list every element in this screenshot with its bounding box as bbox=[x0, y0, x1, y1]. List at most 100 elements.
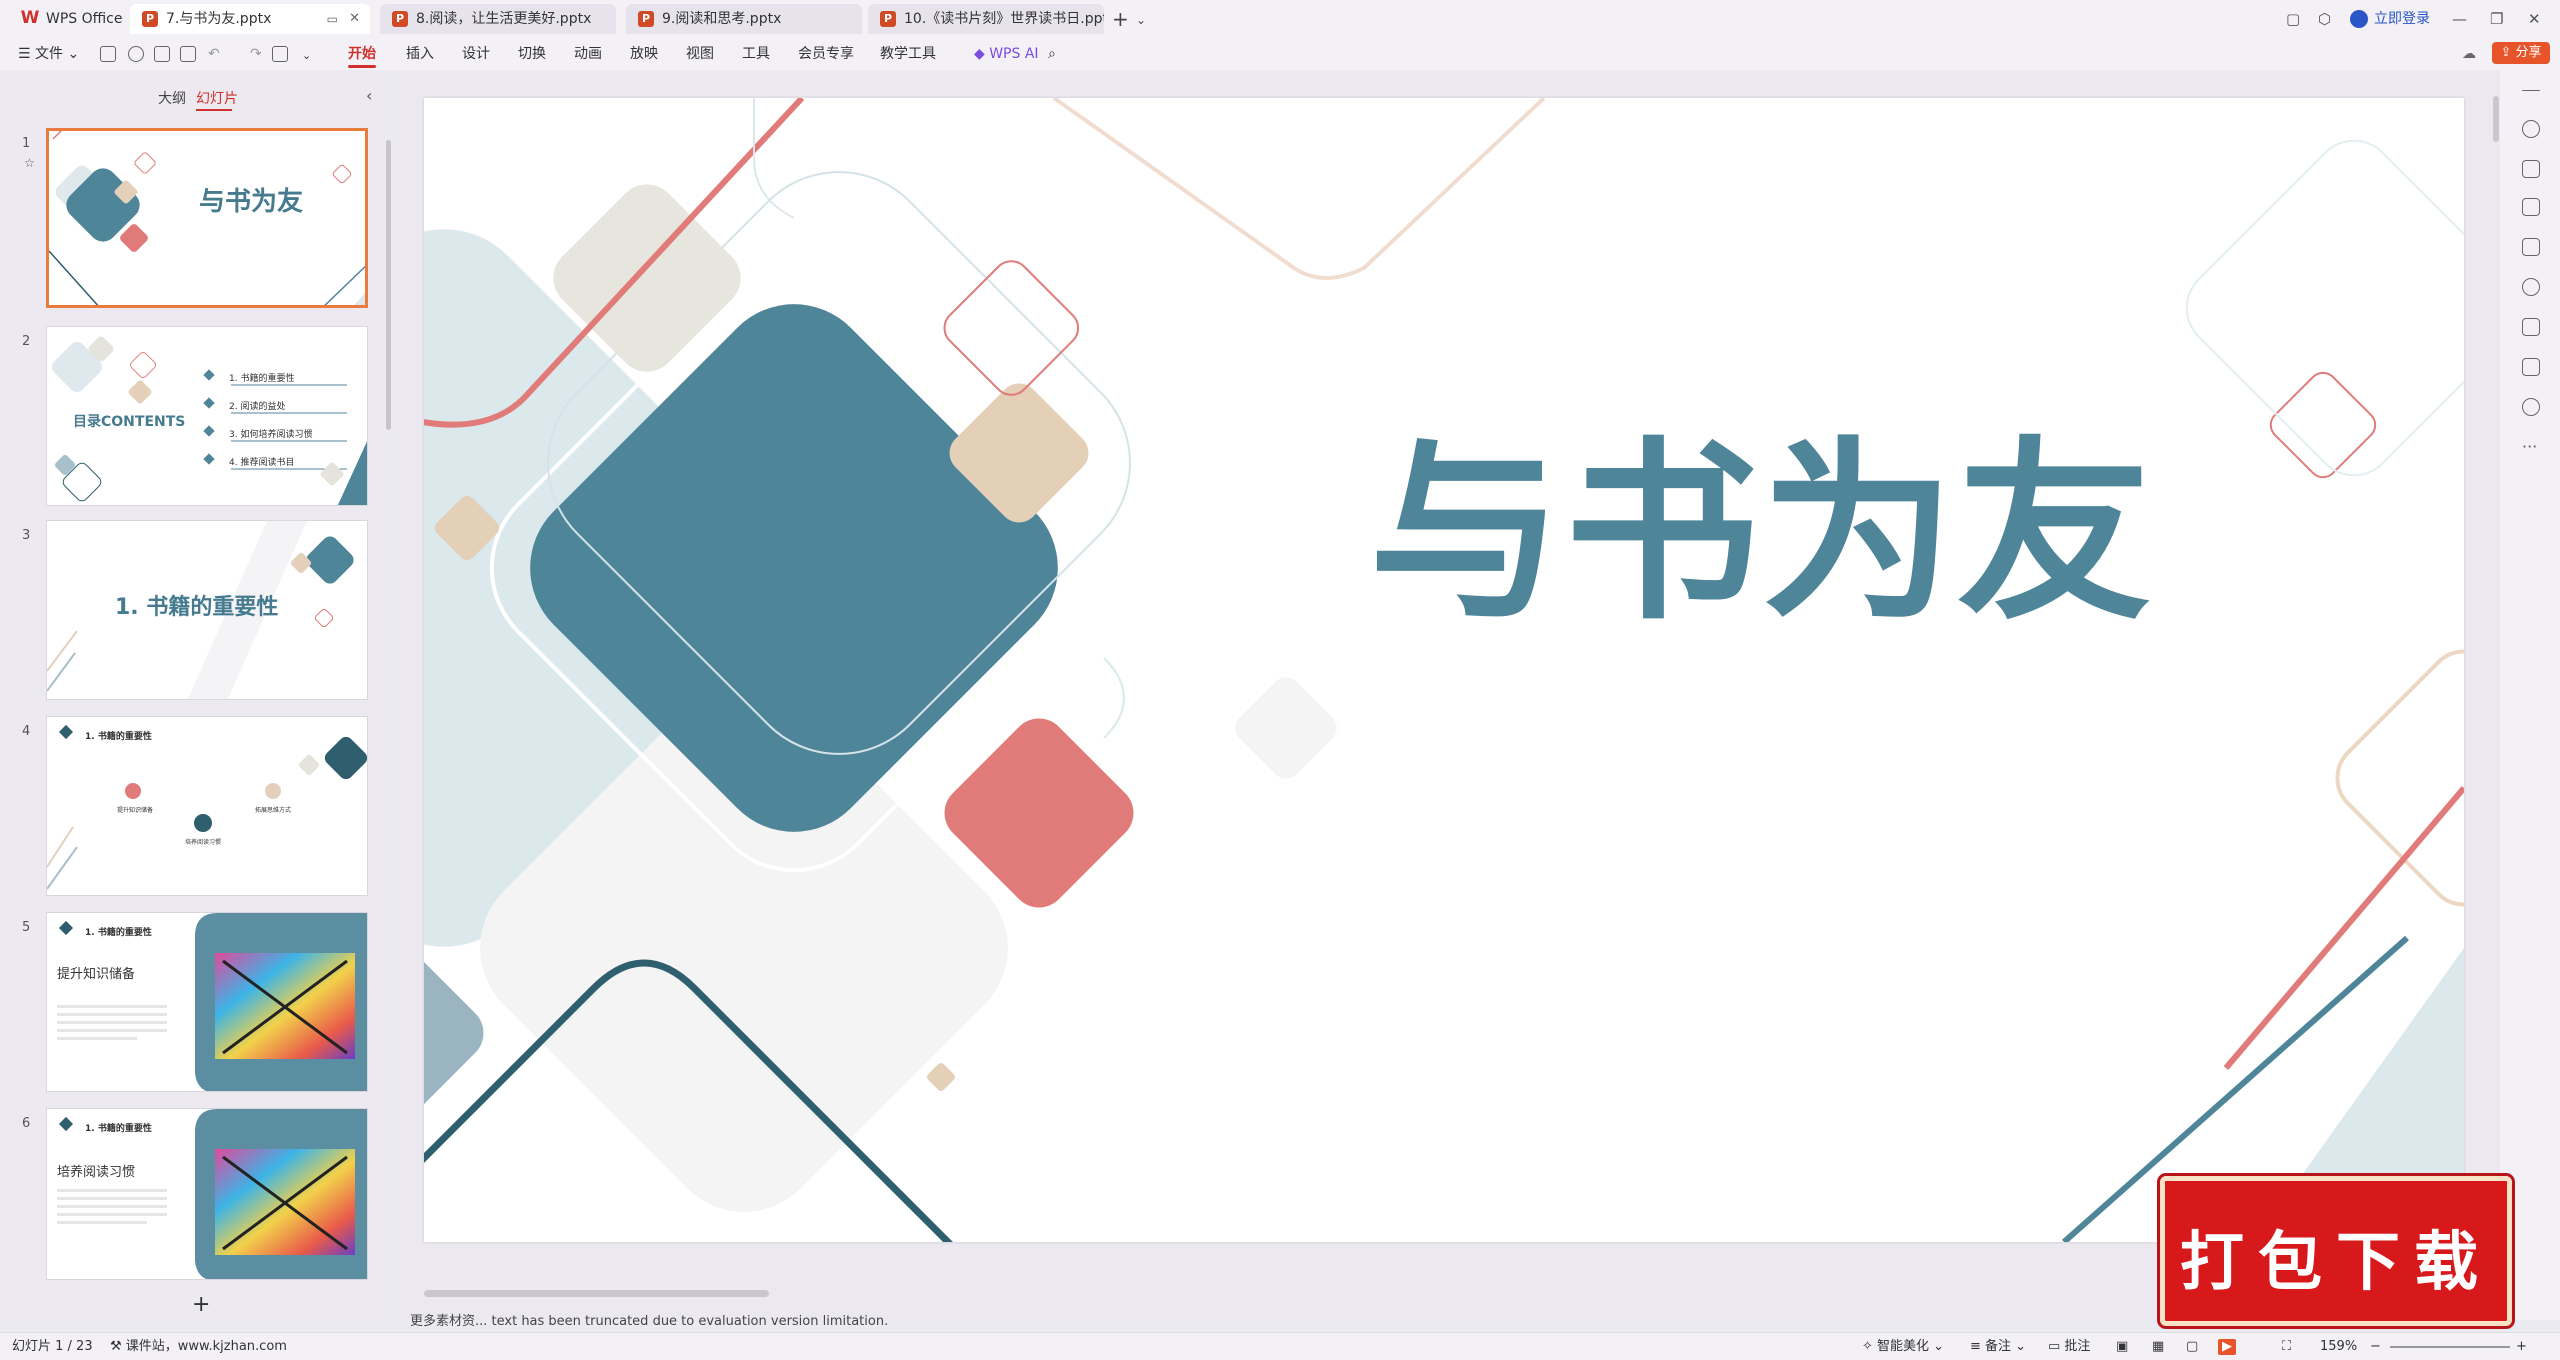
ribbon-tab-start[interactable]: 开始 bbox=[348, 44, 376, 64]
status-bar: 幻灯片 1 / 23 ⚒ 课件站，www.kjzhan.com ✧ 智能美化 ⌄… bbox=[0, 1332, 2560, 1360]
thumb-decoration bbox=[49, 131, 365, 305]
document-tab[interactable]: P 8.阅读，让生活更美好.pptx bbox=[380, 4, 616, 34]
zoom-in-icon[interactable]: + bbox=[2516, 1339, 2527, 1355]
redo-icon[interactable]: ↷ bbox=[250, 44, 262, 64]
chevron-down-icon[interactable]: ⌄ bbox=[1136, 8, 1146, 32]
watermark-text: 打包下载 bbox=[2180, 1225, 2492, 1300]
login-button[interactable]: 立即登录 bbox=[2350, 9, 2430, 29]
layout-icon[interactable]: ▢ bbox=[2286, 9, 2300, 29]
toc-item: 2. 阅读的益处 bbox=[229, 402, 286, 412]
new-tab-icon[interactable]: + bbox=[1112, 6, 1129, 32]
more-icon[interactable]: ··· bbox=[2522, 439, 2540, 460]
outline-tab[interactable]: 大纲 bbox=[158, 88, 186, 108]
close-tab-icon[interactable]: ✕ bbox=[349, 4, 360, 34]
ribbon-tab-design[interactable]: 设计 bbox=[462, 44, 490, 64]
shirt-icon[interactable] bbox=[2522, 358, 2540, 376]
ribbon-tab-tools[interactable]: 工具 bbox=[742, 44, 770, 64]
file-menu[interactable]: ☰ 文件 ⌄ bbox=[18, 44, 79, 64]
minus-icon[interactable] bbox=[2522, 90, 2540, 92]
thumb-decoration bbox=[57, 913, 367, 1091]
minimize-icon[interactable]: — bbox=[2452, 9, 2467, 29]
undo-icon[interactable]: ↶ bbox=[208, 44, 220, 64]
ribbon-tab-member[interactable]: 会员专享 bbox=[798, 44, 854, 64]
grid-view-icon[interactable]: ▦ bbox=[2152, 1339, 2164, 1355]
help-icon[interactable] bbox=[2522, 398, 2540, 416]
slide-thumbnail[interactable]: 1. 书籍的重要性 提升知识储备 培养阅读习惯 拓展思维方式 bbox=[46, 716, 368, 896]
tab-label: 8.阅读，让生活更美好.pptx bbox=[416, 11, 592, 27]
play-button[interactable]: ▶ bbox=[2218, 1339, 2236, 1355]
new-file-icon[interactable] bbox=[100, 46, 116, 62]
restore-icon[interactable]: ❐ bbox=[2490, 9, 2503, 29]
document-tab[interactable]: P 9.阅读和思考.pptx bbox=[626, 4, 862, 34]
cloud-icon[interactable]: ☁ bbox=[2462, 44, 2476, 64]
ribbon-tab-transition[interactable]: 切换 bbox=[518, 44, 546, 64]
vertical-scrollbar[interactable] bbox=[2493, 96, 2499, 142]
reading-view-icon[interactable]: ▢ bbox=[2186, 1339, 2198, 1355]
chevron-down-icon[interactable]: ⌄ bbox=[302, 46, 311, 66]
star-icon[interactable] bbox=[2522, 160, 2540, 178]
toc-item: 1. 书籍的重要性 bbox=[229, 374, 295, 384]
smart-beautify-button[interactable]: ✧ 智能美化 ⌄ bbox=[1862, 1339, 1944, 1355]
tab-label: 9.阅读和思考.pptx bbox=[662, 11, 782, 27]
print-icon[interactable] bbox=[154, 46, 170, 62]
wps-ai-button[interactable]: ◆ WPS AI bbox=[974, 44, 1039, 64]
toc-item: 4. 推荐阅读书目 bbox=[229, 458, 295, 468]
thumb-subtitle: 培养阅读习惯 bbox=[57, 1165, 136, 1180]
zoom-out-icon[interactable]: − bbox=[2370, 1339, 2381, 1355]
zoom-level[interactable]: 159% bbox=[2320, 1339, 2357, 1355]
tab-label: 10.《读书片刻》世界读书日.pptx bbox=[904, 11, 1104, 27]
document-tab[interactable]: P 10.《读书片刻》世界读书日.pptx bbox=[868, 4, 1104, 34]
slides-tab[interactable]: 幻灯片 bbox=[196, 88, 238, 108]
active-tab-indicator bbox=[196, 109, 232, 111]
comments-button[interactable]: ▭ 批注 bbox=[2048, 1339, 2090, 1355]
thumb-title: 目录CONTENTS bbox=[73, 414, 186, 430]
thumb-header: 1. 书籍的重要性 bbox=[85, 928, 152, 938]
thumb-header: 1. 书籍的重要性 bbox=[85, 732, 152, 742]
beautify-label: 智能美化 bbox=[1877, 1339, 1930, 1354]
add-slide-button[interactable]: + bbox=[192, 1292, 210, 1317]
collapse-panel-icon[interactable]: ‹ bbox=[366, 86, 372, 105]
share-button[interactable]: ⇪ 分享 bbox=[2492, 42, 2550, 64]
notes-button[interactable]: ≡ 备注 ⌄ bbox=[1970, 1339, 2026, 1355]
tab-wps-home[interactable]: W WPS Office bbox=[8, 4, 126, 34]
monitor-icon[interactable]: ▭ bbox=[327, 4, 338, 34]
copy-icon[interactable] bbox=[2522, 198, 2540, 216]
diagram-node: 拓展思维方式 bbox=[255, 807, 292, 814]
normal-view-icon[interactable]: ▣ bbox=[2116, 1339, 2128, 1355]
document-tab[interactable]: P 7.与书为友.pptx ▭ ✕ bbox=[130, 4, 370, 34]
star-icon[interactable]: ☆ bbox=[24, 156, 35, 170]
slide-thumbnail[interactable]: 与书为友 bbox=[46, 128, 368, 308]
settings-icon[interactable] bbox=[2522, 120, 2540, 138]
cube-icon[interactable]: ⬡ bbox=[2318, 9, 2331, 29]
slide-editor[interactable]: 与书为友 bbox=[424, 98, 2464, 1242]
ribbon-tab-animation[interactable]: 动画 bbox=[574, 44, 602, 64]
close-window-icon[interactable]: ✕ bbox=[2528, 9, 2541, 29]
search-icon[interactable]: ⌕ bbox=[1048, 44, 1056, 64]
slides-scrollbar[interactable] bbox=[386, 140, 391, 430]
pptx-file-icon: P bbox=[392, 11, 408, 27]
ribbon-tab-insert[interactable]: 插入 bbox=[406, 44, 434, 64]
title-bar: W WPS Office P 7.与书为友.pptx ▭ ✕ P 8.阅读，让生… bbox=[0, 0, 2560, 38]
ribbon-tab-view[interactable]: 视图 bbox=[686, 44, 714, 64]
tools-icon[interactable] bbox=[2522, 278, 2540, 296]
image-icon[interactable] bbox=[2522, 238, 2540, 256]
zoom-slider[interactable] bbox=[2390, 1346, 2510, 1348]
format-painter-icon[interactable] bbox=[272, 46, 288, 62]
fit-icon[interactable]: ⛶ bbox=[2282, 1339, 2291, 1355]
slide-thumbnail[interactable]: 目录CONTENTS 1. 书籍的重要性 2. 阅读的益处 3. 如何培养阅读习… bbox=[46, 326, 368, 506]
horizontal-scrollbar[interactable] bbox=[424, 1290, 769, 1297]
print-preview-icon[interactable] bbox=[180, 46, 196, 62]
slide-counter: 幻灯片 1 / 23 bbox=[12, 1339, 93, 1354]
thumb-decoration bbox=[47, 724, 367, 890]
open-icon[interactable] bbox=[128, 46, 144, 62]
ribbon-tab-slideshow[interactable]: 放映 bbox=[630, 44, 658, 64]
slide-thumbnail[interactable]: 1. 书籍的重要性 提升知识储备 bbox=[46, 912, 368, 1092]
slides-panel: 大纲 幻灯片 ‹ ☆ 1 与书为友 2 目录CONTENTS 1. 书籍的重要性… bbox=[0, 70, 386, 1320]
ribbon-tab-teaching[interactable]: 教学工具 bbox=[880, 44, 936, 64]
book-icon[interactable] bbox=[2522, 318, 2540, 336]
notes-pane[interactable]: 更多素材资... text has been truncated due to … bbox=[410, 1310, 888, 1329]
slide-thumbnail[interactable]: 1. 书籍的重要性 培养阅读习惯 bbox=[46, 1108, 368, 1280]
slide-thumbnail[interactable]: 1. 书籍的重要性 bbox=[46, 520, 368, 700]
slide-title[interactable]: 与书为友 bbox=[1369, 436, 2153, 630]
login-label: 立即登录 bbox=[2374, 11, 2430, 27]
